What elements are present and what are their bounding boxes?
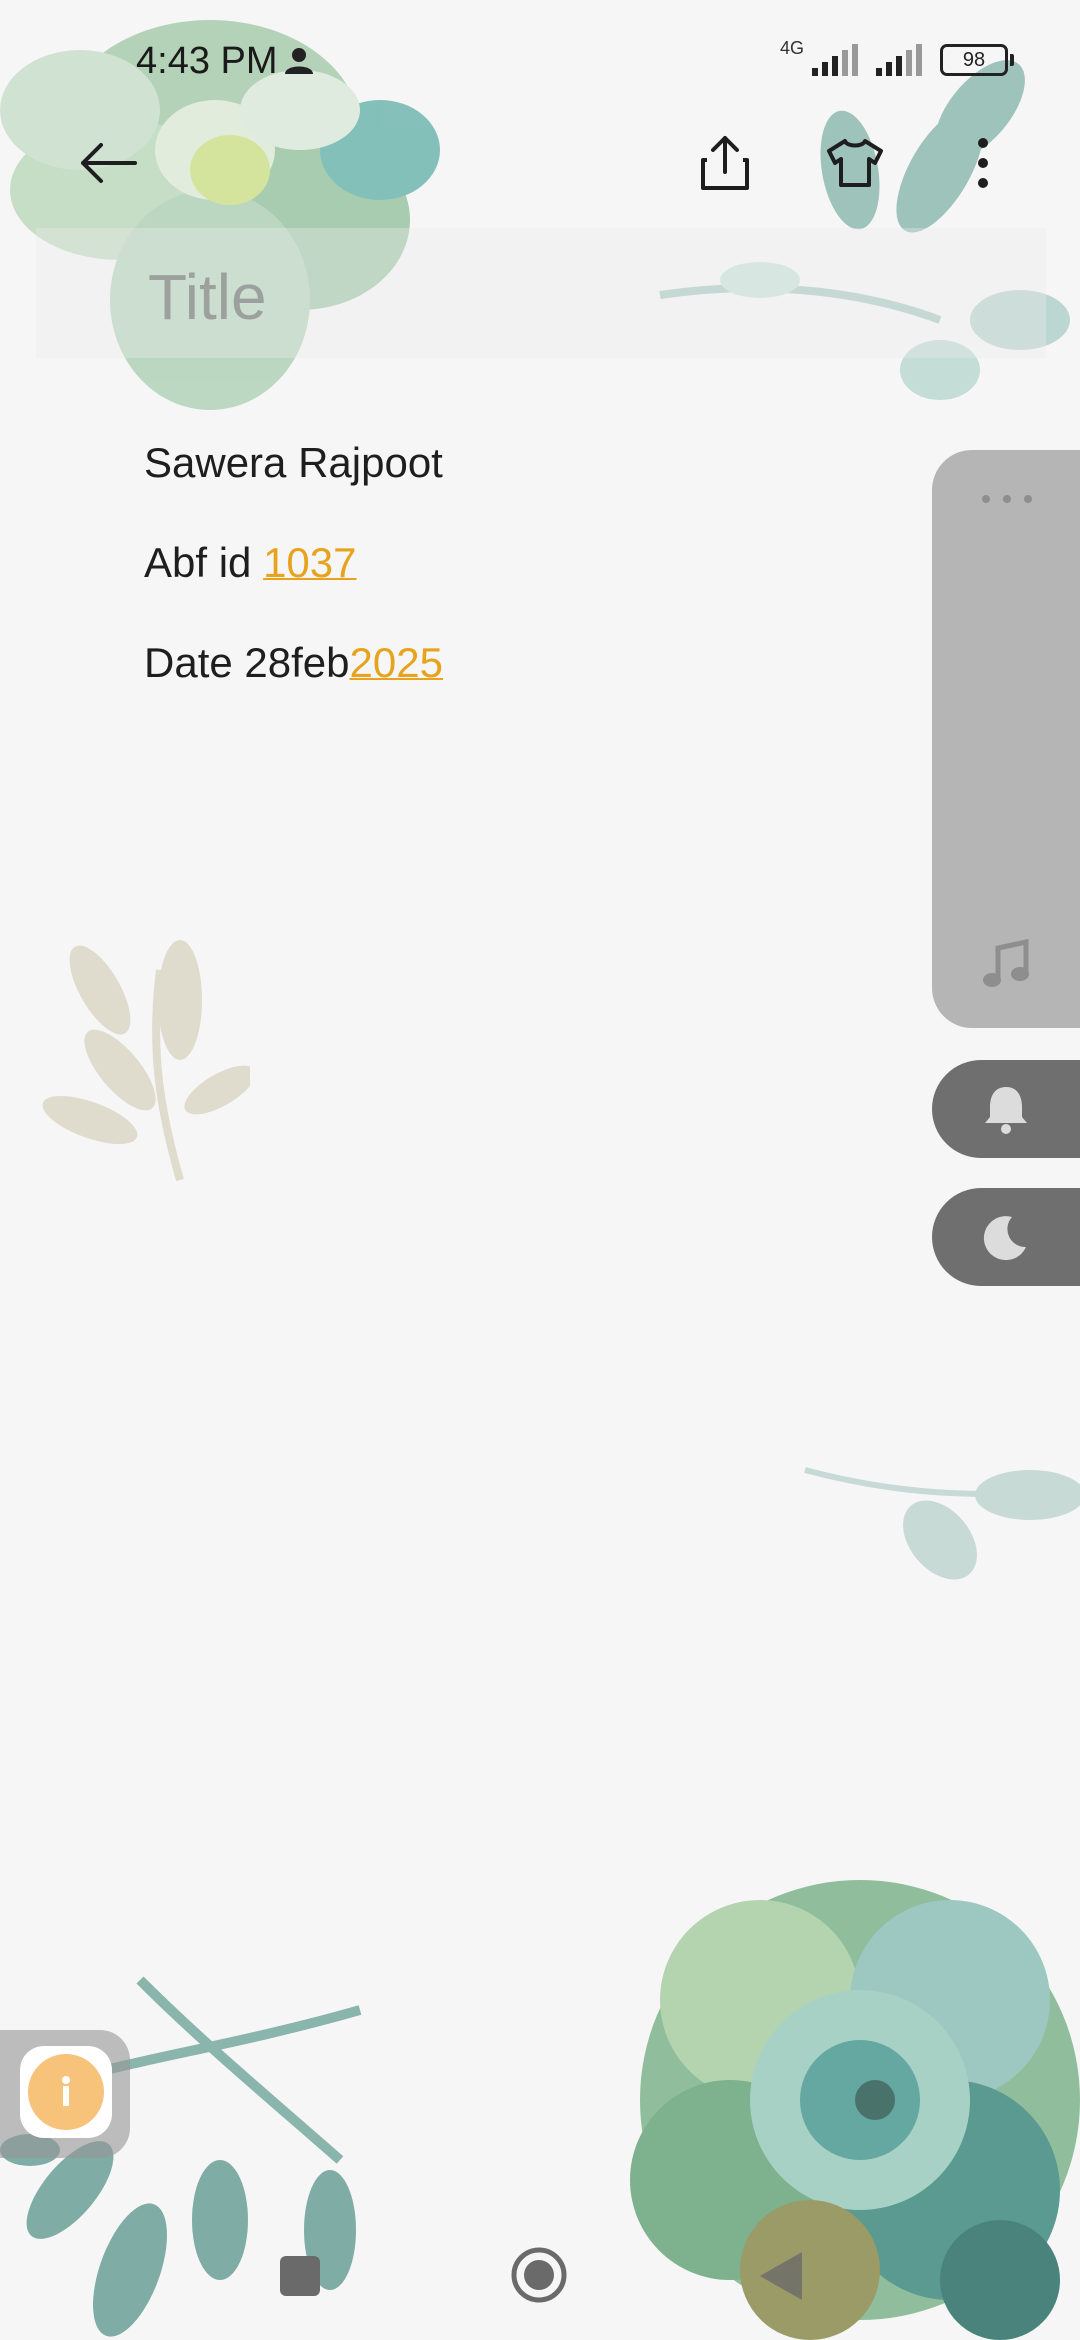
floating-assistant-button[interactable]: [20, 2046, 112, 2138]
floating-side-panel[interactable]: [932, 450, 1080, 1028]
battery-indicator: 98: [940, 44, 1014, 76]
battery-level: 98: [962, 49, 986, 71]
more-vertical-icon: [978, 138, 988, 188]
succulent-bottom-right-decoration: [630, 1880, 1080, 2340]
network-type-label: 4G: [779, 37, 804, 58]
theme-button[interactable]: [810, 118, 900, 208]
recent-apps-button[interactable]: [280, 2256, 320, 2296]
title-input[interactable]: [146, 256, 950, 338]
arrow-left-icon: [81, 143, 137, 183]
number-link[interactable]: 1037: [263, 539, 356, 586]
note-text: Date 28feb: [144, 639, 350, 686]
accessibility-icon: [28, 2054, 104, 2130]
more-horizontal-icon[interactable]: [982, 486, 1032, 512]
note-line-date: Date 28feb2025: [144, 628, 904, 728]
status-indicators: 4G 98: [779, 37, 1014, 80]
share-button[interactable]: [680, 118, 770, 208]
back-button[interactable]: [62, 118, 152, 208]
back-nav-button[interactable]: [756, 2248, 806, 2304]
signal-strength-icon-2: [876, 44, 922, 76]
moon-icon: [983, 1216, 1026, 1261]
person-icon: [285, 48, 313, 74]
reminder-button[interactable]: [932, 1060, 1080, 1158]
title-field: [36, 228, 1046, 358]
note-text: Abf id: [144, 539, 264, 586]
status-time: 4:43 PM: [136, 40, 278, 82]
bell-icon: [985, 1087, 1027, 1134]
music-note-icon[interactable]: [980, 938, 1032, 990]
beige-leaf-decoration: [42, 940, 250, 1182]
note-line-id: Abf id 1037: [144, 528, 904, 628]
leaves-middle-right-decoration: [804, 1467, 1080, 1580]
tshirt-icon: [827, 139, 883, 187]
share-icon: [701, 136, 749, 190]
signal-strength-icon: [812, 44, 858, 76]
note-line-name: Sawera Rajpoot: [144, 428, 904, 528]
night-mode-button[interactable]: [932, 1188, 1080, 1286]
more-options-button[interactable]: [938, 118, 1028, 208]
floating-assistant-tab[interactable]: [0, 2030, 130, 2158]
note-body[interactable]: Sawera Rajpoot Abf id 1037 Date 28feb202…: [144, 428, 904, 728]
status-bar: 4:43 PM 4G 98: [0, 0, 1080, 120]
home-button[interactable]: [510, 2246, 568, 2304]
note-editor-screen: 4:43 PM 4G 98 Title Sawera Rajpoot Abf i…: [0, 0, 1080, 2340]
number-link[interactable]: 2025: [350, 639, 443, 686]
note-text: Sawera Rajpoot: [144, 439, 443, 486]
